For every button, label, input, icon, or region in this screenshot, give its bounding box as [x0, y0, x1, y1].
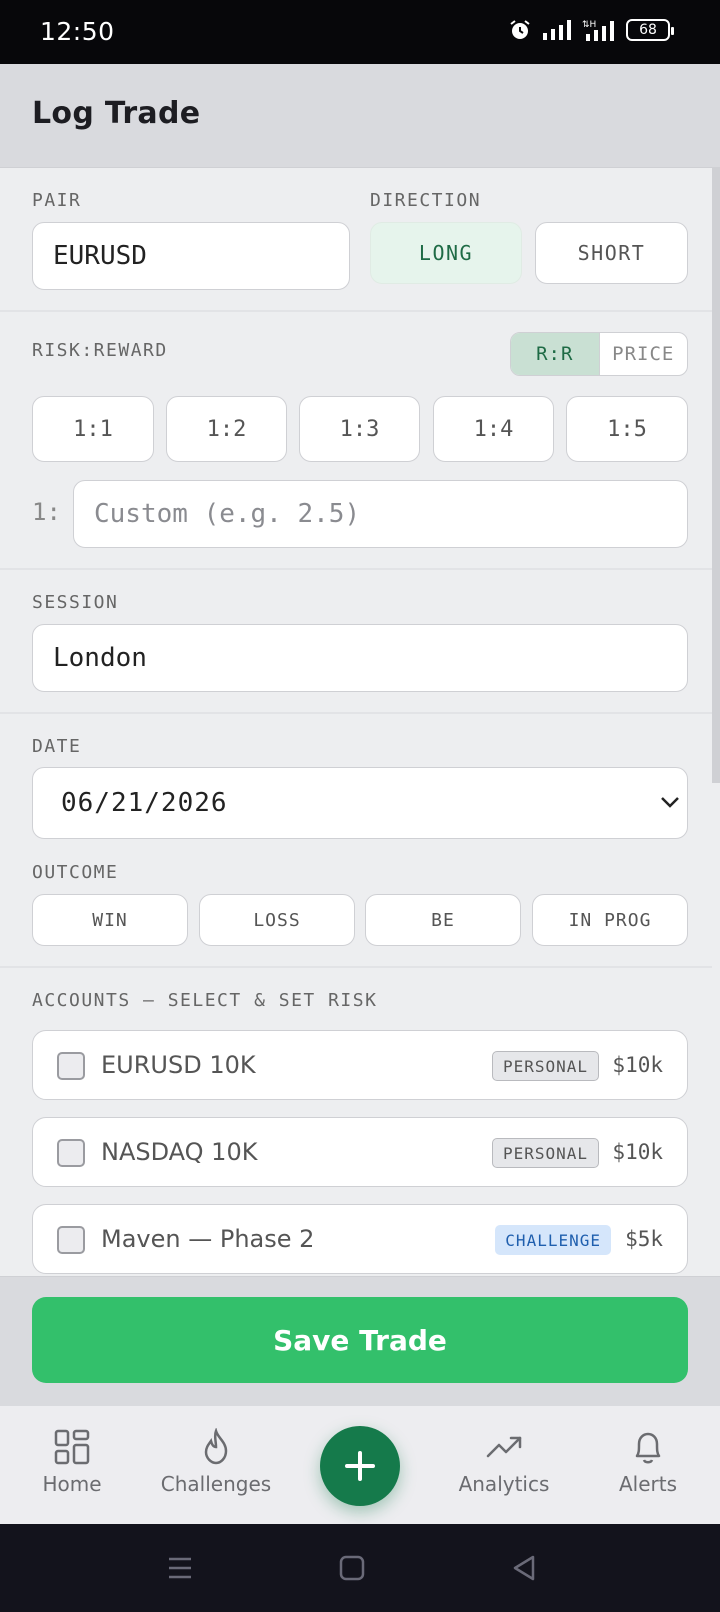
save-footer: Save Trade: [0, 1276, 720, 1406]
outcome-win-button[interactable]: WIN: [32, 894, 188, 946]
rr-preset-1[interactable]: 1:1: [32, 396, 154, 462]
divider: [0, 310, 712, 312]
account-size: $5k: [625, 1227, 663, 1251]
pair-label: PAIR: [32, 190, 82, 211]
outcome-in-progress-button[interactable]: IN PROG: [532, 894, 688, 946]
add-trade-fab[interactable]: [320, 1426, 400, 1506]
status-bar: 12:50 ⇅H 68: [0, 0, 720, 64]
flame-icon: [204, 1428, 228, 1465]
date-value: 06/21/2026: [61, 788, 228, 818]
page-title: Log Trade: [32, 96, 201, 131]
direction-short-button[interactable]: SHORT: [535, 222, 688, 284]
account-size: $10k: [612, 1140, 663, 1164]
tab-challenges-label: Challenges: [160, 1472, 272, 1496]
home-icon[interactable]: [338, 1554, 366, 1582]
price-mode-button[interactable]: PRICE: [600, 333, 688, 375]
tab-challenges[interactable]: Challenges: [144, 1428, 288, 1496]
signal-icon: [543, 20, 571, 40]
plus-icon: [345, 1451, 375, 1481]
outcome-loss-button[interactable]: LOSS: [199, 894, 355, 946]
battery-icon: 68: [626, 19, 674, 41]
status-time: 12:50: [40, 17, 115, 46]
back-icon[interactable]: [510, 1554, 538, 1582]
account-row[interactable]: EURUSD 10K PERSONAL $10k: [32, 1030, 688, 1100]
rr-preset-2[interactable]: 1:2: [166, 396, 287, 462]
account-checkbox[interactable]: [57, 1139, 85, 1167]
divider: [0, 966, 712, 968]
outcome-be-button[interactable]: BE: [365, 894, 521, 946]
system-nav-bar: [0, 1524, 720, 1612]
trending-up-icon: [486, 1436, 522, 1458]
session-input[interactable]: London: [32, 624, 688, 692]
divider: [0, 712, 712, 714]
bottom-tab-bar: Home Challenges Analytics Alerts: [0, 1406, 720, 1524]
status-icons: ⇅H 68: [508, 18, 674, 42]
rr-preset-4[interactable]: 1:4: [433, 396, 554, 462]
bell-icon: [635, 1432, 661, 1464]
divider: [0, 568, 712, 570]
rr-preset-5[interactable]: 1:5: [566, 396, 688, 462]
accounts-label: ACCOUNTS — SELECT & SET RISK: [32, 990, 378, 1011]
date-picker[interactable]: 06/21/2026: [32, 767, 688, 839]
account-name: NASDAQ 10K: [101, 1138, 258, 1166]
signal-h-icon: ⇅H: [582, 20, 614, 41]
pair-input[interactable]: EURUSD: [32, 222, 350, 290]
date-label: DATE: [32, 736, 82, 757]
rr-mode-button[interactable]: R:R: [511, 333, 600, 375]
save-trade-button[interactable]: Save Trade: [32, 1297, 688, 1383]
session-label: SESSION: [32, 592, 119, 613]
account-row[interactable]: Maven — Phase 2 CHALLENGE $5k: [32, 1204, 688, 1274]
account-type-badge: PERSONAL: [491, 1138, 599, 1168]
custom-rr-input[interactable]: Custom (e.g. 2.5): [73, 480, 688, 548]
account-size: $10k: [612, 1053, 663, 1077]
account-name: EURUSD 10K: [101, 1051, 256, 1079]
account-type-badge: CHALLENGE: [495, 1225, 611, 1255]
alarm-icon: [510, 20, 530, 39]
app-header: Log Trade: [0, 64, 720, 168]
tab-analytics-label: Analytics: [458, 1472, 550, 1496]
tab-alerts[interactable]: Alerts: [576, 1428, 720, 1496]
account-row[interactable]: NASDAQ 10K PERSONAL $10k: [32, 1117, 688, 1187]
account-checkbox[interactable]: [57, 1052, 85, 1080]
scrollbar[interactable]: [712, 168, 720, 783]
account-name: Maven — Phase 2: [101, 1225, 315, 1253]
direction-label: DIRECTION: [370, 190, 482, 211]
account-type-badge: PERSONAL: [491, 1051, 599, 1081]
tab-home[interactable]: Home: [0, 1428, 144, 1496]
outcome-label: OUTCOME: [32, 862, 119, 883]
grid-icon: [54, 1429, 90, 1465]
direction-long-button[interactable]: LONG: [370, 222, 522, 284]
menu-icon[interactable]: [166, 1554, 194, 1582]
tab-alerts-label: Alerts: [618, 1472, 678, 1496]
risk-reward-label: RISK:REWARD: [32, 340, 168, 361]
rr-preset-3[interactable]: 1:3: [299, 396, 420, 462]
svg-text:⇅H: ⇅H: [582, 20, 596, 30]
tab-analytics[interactable]: Analytics: [432, 1428, 576, 1496]
account-checkbox[interactable]: [57, 1226, 85, 1254]
rr-mode-toggle: R:R PRICE: [510, 332, 688, 376]
custom-rr-prefix: 1:: [32, 498, 61, 526]
tab-home-label: Home: [42, 1472, 102, 1496]
chevron-down-icon: [661, 797, 679, 808]
